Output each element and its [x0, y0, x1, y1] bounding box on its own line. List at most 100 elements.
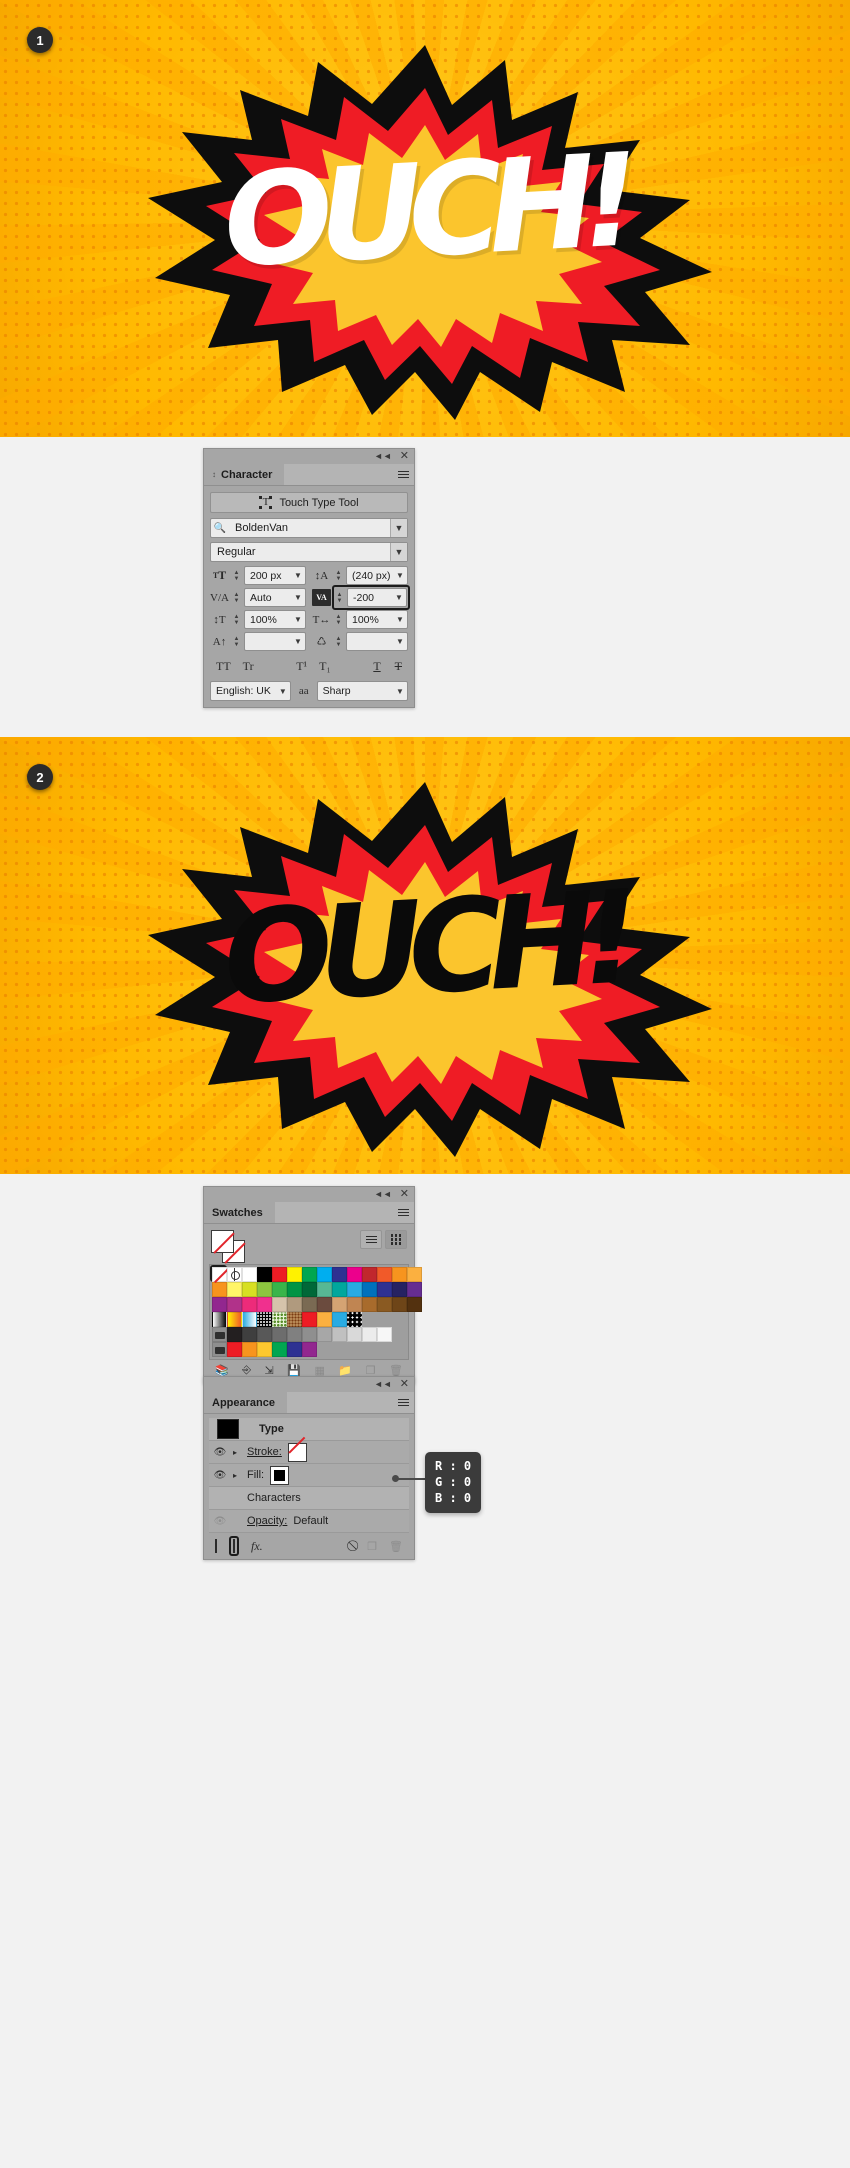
- swatch-pattern[interactable]: [287, 1312, 302, 1327]
- horizontal-scale-input[interactable]: 100% ▼: [346, 610, 408, 629]
- tab-swatches[interactable]: Swatches: [204, 1202, 275, 1223]
- delete-item-icon[interactable]: 🗑: [389, 1540, 403, 1553]
- swatch-folder[interactable]: [212, 1342, 227, 1357]
- swatch[interactable]: [347, 1267, 362, 1282]
- swatch-gradient[interactable]: [227, 1312, 242, 1327]
- chevron-down-icon[interactable]: ▼: [393, 687, 407, 696]
- swatch[interactable]: [227, 1282, 242, 1297]
- chevron-down-icon[interactable]: ▼: [393, 615, 407, 624]
- swatch[interactable]: [392, 1297, 407, 1312]
- character-rotation-input[interactable]: ▼: [346, 632, 408, 651]
- tab-appearance[interactable]: Appearance: [204, 1392, 287, 1413]
- fill-color-swatch[interactable]: [270, 1465, 290, 1485]
- swatch[interactable]: [302, 1267, 317, 1282]
- chevron-down-icon[interactable]: ▼: [390, 543, 407, 561]
- swatch-gradient[interactable]: [212, 1312, 227, 1327]
- appearance-object-row[interactable]: Type: [209, 1418, 409, 1441]
- tab-character[interactable]: ↕ Character: [204, 464, 285, 485]
- strikethrough-button[interactable]: T: [395, 659, 402, 674]
- swatch[interactable]: [302, 1327, 317, 1342]
- chevron-down-icon[interactable]: ▼: [390, 519, 407, 537]
- swatch[interactable]: [287, 1327, 302, 1342]
- vertical-scale-input[interactable]: 100% ▼: [244, 610, 306, 629]
- swatch[interactable]: [302, 1297, 317, 1312]
- vertical-scale-stepper[interactable]: ▲ ▼: [232, 614, 241, 626]
- leading-input[interactable]: (240 px) ▼: [346, 566, 408, 585]
- small-caps-button[interactable]: Tr: [243, 659, 254, 674]
- swatch[interactable]: [257, 1297, 272, 1312]
- close-icon[interactable]: ✕: [400, 451, 409, 462]
- swatch[interactable]: [257, 1342, 272, 1357]
- swatch[interactable]: [332, 1327, 347, 1342]
- font-style-combo[interactable]: Regular ▼: [210, 542, 408, 562]
- swatch[interactable]: [272, 1267, 287, 1282]
- swatch[interactable]: [347, 1327, 362, 1342]
- swatch[interactable]: [332, 1267, 347, 1282]
- swatch[interactable]: [362, 1282, 377, 1297]
- fill-swatch[interactable]: [211, 1230, 234, 1253]
- swatch[interactable]: [332, 1282, 347, 1297]
- language-combo[interactable]: English: UK ▼: [210, 681, 291, 701]
- appearance-panel[interactable]: ◄◄ ✕ Appearance Type 👁 ▸ Stroke: 👁 ▸ Fil…: [203, 1376, 415, 1560]
- swatch[interactable]: [347, 1282, 362, 1297]
- add-new-stroke-icon[interactable]: [215, 1539, 217, 1553]
- appearance-stroke-row[interactable]: 👁 ▸ Stroke:: [209, 1441, 409, 1464]
- kerning-input[interactable]: Auto ▼: [244, 588, 306, 607]
- touch-type-tool-button[interactable]: T Touch Type Tool: [210, 492, 408, 513]
- baseline-shift-field[interactable]: A↑ ▲ ▼ ▼: [210, 632, 306, 651]
- swatch[interactable]: [317, 1312, 332, 1327]
- swatch[interactable]: [377, 1282, 392, 1297]
- chevron-down-icon[interactable]: ▼: [291, 571, 305, 580]
- character-rotation-stepper[interactable]: ▲ ▼: [334, 636, 343, 648]
- swatch[interactable]: [227, 1297, 242, 1312]
- swatch[interactable]: [377, 1297, 392, 1312]
- swatch[interactable]: [302, 1342, 317, 1357]
- chevron-down-icon[interactable]: ▼: [291, 637, 305, 646]
- all-caps-button[interactable]: TT: [216, 659, 231, 674]
- kerning-field[interactable]: V/A ▲ ▼ Auto ▼: [210, 588, 306, 607]
- vertical-scale-field[interactable]: ↕T ▲ ▼ 100% ▼: [210, 610, 306, 629]
- panel-menu-button[interactable]: [392, 1202, 414, 1223]
- panel-menu-button[interactable]: [392, 464, 414, 485]
- horizontal-scale-field[interactable]: T↔ ▲ ▼ 100% ▼: [312, 610, 408, 629]
- swatch[interactable]: [392, 1282, 407, 1297]
- swatch-folder[interactable]: [212, 1327, 227, 1342]
- collapse-icon[interactable]: ◄◄: [374, 452, 392, 461]
- swatches-panel[interactable]: ◄◄ ✕ Swatches 📚 ⎆ ⇲ 💾 ▦ 📁 ❐ 🗑: [203, 1186, 422, 1384]
- swatch[interactable]: [287, 1267, 302, 1282]
- leading-stepper[interactable]: ▲ ▼: [334, 570, 343, 582]
- swatch[interactable]: [302, 1282, 317, 1297]
- swatch[interactable]: [242, 1342, 257, 1357]
- swatch-grid[interactable]: [209, 1264, 422, 1360]
- swatch[interactable]: [317, 1267, 332, 1282]
- font-size-stepper[interactable]: ▲ ▼: [232, 570, 241, 582]
- swatch[interactable]: [212, 1282, 227, 1297]
- kerning-stepper[interactable]: ▲ ▼: [232, 592, 241, 604]
- swatch[interactable]: [317, 1327, 332, 1342]
- visibility-eye-icon[interactable]: 👁: [213, 1516, 227, 1527]
- chevron-down-icon[interactable]: ▼: [393, 637, 407, 646]
- swatch[interactable]: [242, 1282, 257, 1297]
- swatch[interactable]: [317, 1282, 332, 1297]
- swatch[interactable]: [392, 1267, 407, 1282]
- swatch[interactable]: [407, 1297, 422, 1312]
- duplicate-item-icon[interactable]: ❐: [367, 1540, 377, 1553]
- chevron-right-icon[interactable]: ▸: [233, 1471, 241, 1480]
- swatch[interactable]: [212, 1297, 227, 1312]
- swatch[interactable]: [332, 1312, 347, 1327]
- swatch-pattern[interactable]: [272, 1312, 287, 1327]
- character-rotation-field[interactable]: ♺ ▲ ▼ ▼: [312, 632, 408, 651]
- chevron-down-icon[interactable]: ▼: [291, 593, 305, 602]
- appearance-fill-row[interactable]: 👁 ▸ Fill:: [209, 1464, 409, 1487]
- close-icon[interactable]: ✕: [400, 1379, 409, 1390]
- appearance-characters-row[interactable]: Characters: [209, 1487, 409, 1510]
- swatch-gradient[interactable]: [242, 1312, 257, 1327]
- leading-field[interactable]: ↕A ▲ ▼ (240 px) ▼: [312, 566, 408, 585]
- visibility-eye-icon[interactable]: 👁: [213, 1447, 227, 1458]
- swatch[interactable]: [257, 1282, 272, 1297]
- font-size-field[interactable]: TT ▲ ▼ 200 px ▼: [210, 566, 306, 585]
- visibility-eye-icon[interactable]: 👁: [213, 1470, 227, 1481]
- swatch[interactable]: [227, 1327, 242, 1342]
- swatch-registration[interactable]: [227, 1267, 242, 1282]
- swatch[interactable]: [362, 1267, 377, 1282]
